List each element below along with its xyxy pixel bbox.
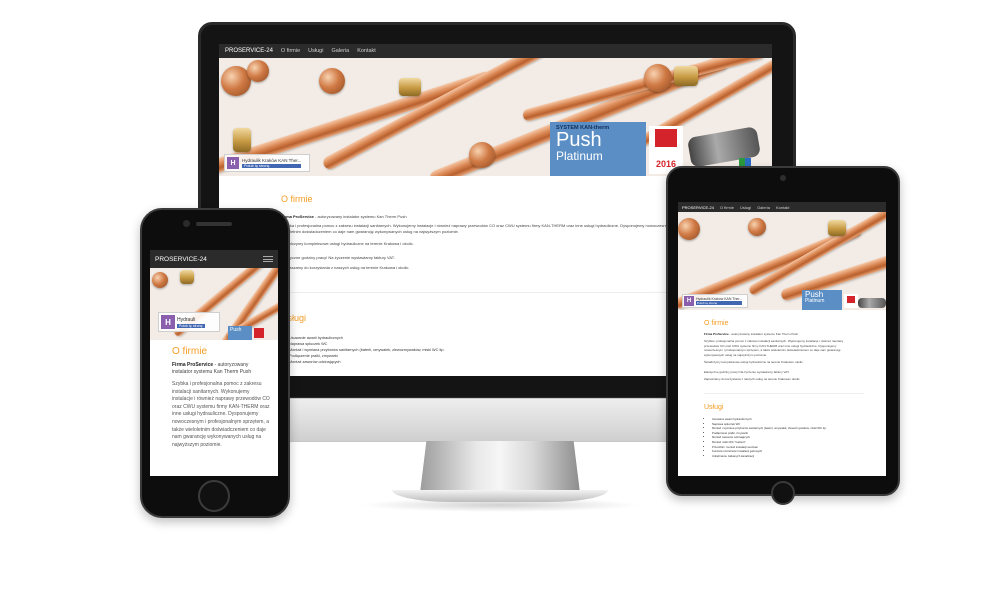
service-item: Udrażnianie zatkanych kanalizacji <box>712 454 886 459</box>
fb-text: Hydraulik Kraków KAN Ther... Polub tę st… <box>696 297 743 305</box>
ipad-about-section: O firmie Firma ProService - autoryzowany… <box>678 310 886 381</box>
iphone-promo-box: Push <box>228 326 252 340</box>
promo-push: Push <box>805 290 824 299</box>
copper-fitting <box>319 68 345 94</box>
ipad-camera <box>780 175 786 181</box>
hamburger-menu-icon[interactable] <box>263 256 273 262</box>
ipad-hero-banner: H Hydraulik Kraków KAN Ther... Polub tę … <box>678 212 886 310</box>
brass-fitting <box>180 270 194 284</box>
ipad-nav-galeria[interactable]: Galeria <box>757 205 770 210</box>
ipad-nav-uslugi[interactable]: Usługi <box>740 205 751 210</box>
iphone-navbar: PROSERVICE-24 <box>150 250 278 268</box>
iphone-about-heading: O firmie <box>172 346 207 357</box>
iphone-speaker <box>196 222 232 226</box>
company-name: Firma ProService <box>172 362 214 368</box>
copper-fitting <box>152 272 168 288</box>
promo-push: Push <box>230 327 242 333</box>
brass-fitting <box>399 78 421 96</box>
imac-hero-banner: H Hydraulik Kraków KAN Ther... Polub tę … <box>219 58 772 176</box>
imac-stand-base <box>392 490 608 502</box>
copper-fitting <box>678 218 700 240</box>
ipad-services-list: Usuwanie awarii hydraulicznych Naprawa s… <box>704 417 886 458</box>
brass-fitting <box>233 128 251 152</box>
iphone-about-p1: Szybka i profesjonalna pomoc z zakresu i… <box>172 381 270 448</box>
ipad-home-button[interactable] <box>771 481 795 505</box>
brass-fitting <box>828 220 846 236</box>
fb-text: Hydraulik Kraków KAN Ther... Polub tę st… <box>242 158 302 168</box>
fb-like-button[interactable]: Polub tę stronę <box>242 164 302 168</box>
award-red-flag <box>254 328 264 338</box>
brass-fitting <box>674 66 698 86</box>
ipad-about-intro: Firma ProService - autoryzowany instalat… <box>704 332 886 336</box>
copper-fitting <box>469 142 495 168</box>
fb-page-logo: H <box>227 157 239 169</box>
fb-text: Hydrauli Polub tę stronę <box>177 317 205 328</box>
ipad-navbar: PROSERVICE-24 O firmie Usługi Galeria Ko… <box>678 202 886 212</box>
fb-like-button[interactable]: Polub tę stronę <box>177 323 205 328</box>
fb-page-logo: H <box>161 315 175 329</box>
ipad-nav-o-firmie[interactable]: O firmie <box>720 205 734 210</box>
ipad-about-p1: Szybka i profesjonalna pomoc z zakresu i… <box>704 339 844 357</box>
iphone-hero-banner: H Hydrauli Polub tę stronę Push <box>150 268 278 340</box>
iphone-facebook-widget[interactable]: H Hydrauli Polub tę stronę <box>158 312 220 332</box>
fb-page-logo: H <box>684 296 694 306</box>
ipad-about-p4: Zapraszamy do korzystania z naszych usłu… <box>704 377 801 381</box>
copper-fitting <box>644 64 672 92</box>
ipad-services-heading: Usługi <box>704 404 724 411</box>
intro-text: - autoryzowany instalator systemu Kan Th… <box>728 332 799 336</box>
iphone-about-section: O firmie Firma ProService - autoryzowany… <box>150 340 278 449</box>
copper-fitting <box>748 218 766 236</box>
company-name: Firma ProService <box>704 332 729 336</box>
ipad-about-p3: Elastyczne godziny pracy! Na życzenie wy… <box>704 370 790 374</box>
ipad-brand[interactable]: PROSERVICE-24 <box>682 205 714 210</box>
imac-promo-box: SYSTEM KAN-therm Push Platinum <box>550 122 646 176</box>
ipad-about-heading: O firmie <box>704 320 729 327</box>
ipad-promo-box: Push Platinum <box>802 290 842 310</box>
promo-platinum: Platinum <box>805 298 825 304</box>
imac-facebook-widget[interactable]: H Hydraulik Kraków KAN Ther... Polub tę … <box>224 154 310 172</box>
imac-nav-kontakt[interactable]: Kontakt <box>357 48 376 54</box>
intro-text: - autoryzowany instalator systemu Kan Th… <box>313 214 407 219</box>
iphone-camera <box>183 220 190 227</box>
award-red-flag <box>655 129 677 147</box>
award-badge <box>844 294 858 308</box>
ipad-nav-kontakt[interactable]: Kontakt <box>776 205 790 210</box>
ipad-website: PROSERVICE-24 O firmie Usługi Galeria Ko… <box>678 202 886 476</box>
iphone-website: PROSERVICE-24 H Hydrauli Polub tę stronę <box>150 250 278 476</box>
ipad-about-p2: Świadczymy kompleksowe usługi hydraulicz… <box>704 360 804 364</box>
fb-like-button[interactable]: Polub tę stronę <box>696 301 743 305</box>
iphone-about-intro: Firma ProService - autoryzowany instalat… <box>172 362 270 376</box>
imac-stand-neck <box>420 441 580 493</box>
fb-page-name: Hydrauli <box>177 316 196 323</box>
press-fitting-image <box>858 298 886 308</box>
imac-nav-uslugi[interactable]: Usługi <box>308 48 323 54</box>
ipad-services-section: Usługi Usuwanie awarii hydraulicznych Na… <box>678 394 886 458</box>
award-red-flag <box>847 296 855 303</box>
promo-push: Push <box>556 129 602 151</box>
imac-nav-o-firmie[interactable]: O firmie <box>281 48 300 54</box>
fb-page-name: Hydraulik Kraków KAN Ther... <box>242 158 302 163</box>
promo-platinum: Platinum <box>556 149 603 163</box>
ipad-facebook-widget[interactable]: H Hydraulik Kraków KAN Ther... Polub tę … <box>682 294 748 308</box>
imac-brand[interactable]: PROSERVICE-24 <box>225 48 273 54</box>
imac-nav-galeria[interactable]: Galeria <box>331 48 349 54</box>
copper-fitting <box>247 60 269 82</box>
iphone-brand[interactable]: PROSERVICE-24 <box>155 256 207 263</box>
iphone-home-button[interactable] <box>198 480 230 512</box>
device-mockup-scene: PROSERVICE-24 O firmie Usługi Galeria Ko… <box>0 0 1000 600</box>
imac-navbar: PROSERVICE-24 O firmie Usługi Galeria Ko… <box>219 44 772 58</box>
